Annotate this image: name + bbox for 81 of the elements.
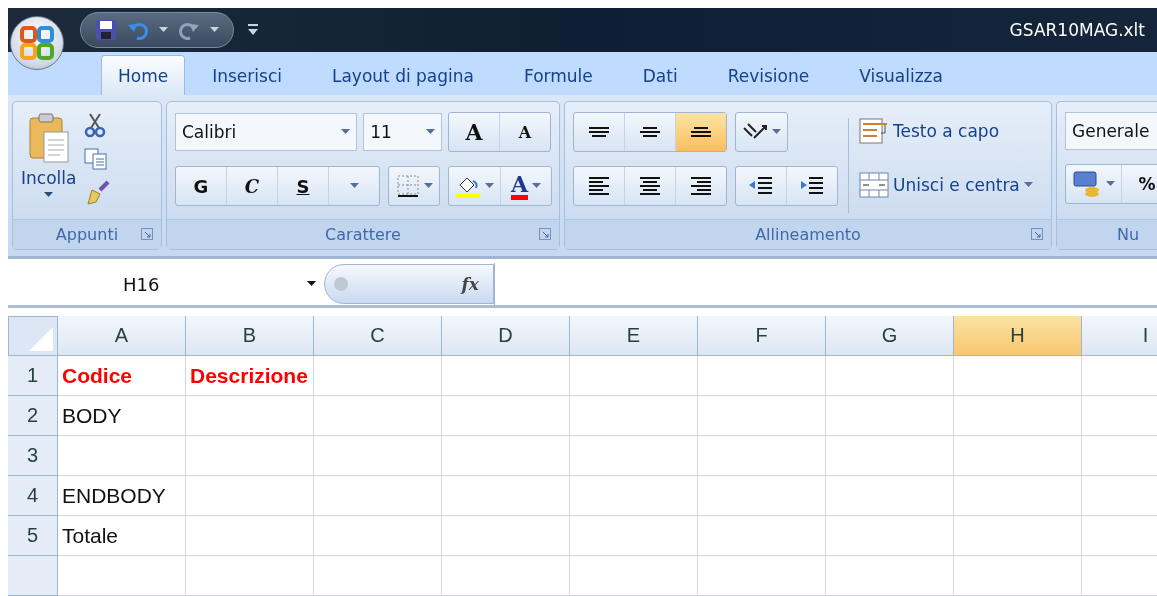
ribbon-tab[interactable]: Visualizza xyxy=(842,55,960,96)
align-left-icon xyxy=(589,177,609,196)
ribbon-tab[interactable]: Dati xyxy=(625,55,695,96)
row-header[interactable]: 2 xyxy=(8,396,58,436)
caret-icon xyxy=(485,183,494,190)
caret-icon xyxy=(159,26,168,33)
paste-button[interactable]: Incolla xyxy=(21,112,77,219)
clipboard-icon xyxy=(27,112,70,165)
group-label: Appunti xyxy=(55,225,119,244)
table-cell: Totale xyxy=(58,516,186,556)
ribbon-tab[interactable]: Home xyxy=(101,55,186,96)
caret-icon xyxy=(532,183,542,190)
font-name-dropdown[interactable]: Calibri xyxy=(175,113,358,152)
align-top-icon xyxy=(589,127,609,138)
table-cell: BODY xyxy=(58,396,186,436)
ribbon-tab[interactable]: Formule xyxy=(507,55,610,96)
caret-icon xyxy=(1106,181,1115,188)
grow-font-button[interactable]: A xyxy=(449,113,500,152)
dialog-launcher-icon[interactable] xyxy=(1031,228,1043,240)
ribbon-tab[interactable]: Inserisci xyxy=(195,55,299,96)
column-header[interactable]: C xyxy=(314,316,442,356)
row-header[interactable]: 5 xyxy=(8,516,58,556)
caret-icon xyxy=(1023,182,1033,189)
row-header[interactable]: 4 xyxy=(8,476,58,516)
column-header[interactable]: E xyxy=(570,316,698,356)
merge-center-button[interactable]: Unisci e centra xyxy=(859,166,1033,205)
group-label: Allineamento xyxy=(755,225,861,244)
name-box[interactable]: H16 xyxy=(8,263,324,305)
row-header[interactable]: 1 xyxy=(8,356,58,396)
caret-icon xyxy=(341,129,351,136)
bold-button[interactable]: G xyxy=(176,167,227,206)
coins-icon xyxy=(1072,170,1102,199)
row-header[interactable]: 3 xyxy=(8,436,58,476)
triangle-icon xyxy=(29,327,53,351)
italic-button[interactable]: C xyxy=(227,167,278,206)
shrink-font-button[interactable]: A xyxy=(500,113,550,152)
column-header[interactable]: I xyxy=(1082,316,1157,356)
borders-icon xyxy=(395,174,420,199)
wrap-text-icon xyxy=(859,117,889,146)
caret-icon xyxy=(210,26,219,33)
caret-icon xyxy=(423,183,433,190)
percent-button[interactable]: % xyxy=(1122,165,1157,204)
caret-icon xyxy=(349,183,359,190)
underline-button[interactable]: S xyxy=(278,167,329,206)
dialog-launcher-icon[interactable] xyxy=(141,228,153,240)
save-icon[interactable] xyxy=(95,18,117,41)
ribbon-tab[interactable]: Layout di pagina xyxy=(314,55,491,96)
merge-cells-icon xyxy=(859,172,889,199)
align-middle-icon xyxy=(640,127,660,138)
table-cell: Descrizione xyxy=(186,356,314,396)
table-cell: Codice xyxy=(58,356,186,396)
align-right-icon xyxy=(691,177,711,196)
column-header[interactable]: H xyxy=(954,316,1082,356)
column-header[interactable]: A xyxy=(58,316,186,356)
column-header[interactable]: B xyxy=(186,316,314,356)
ribbon-tab[interactable]: Revisione xyxy=(710,55,827,96)
column-header[interactable]: D xyxy=(442,316,570,356)
insert-function-button[interactable]: fx xyxy=(461,274,479,294)
align-bottom-icon xyxy=(691,127,711,138)
caret-icon xyxy=(307,281,316,287)
grip-icon xyxy=(333,276,349,292)
office-button[interactable] xyxy=(10,16,64,70)
customize-toolbar-icon[interactable] xyxy=(248,23,258,36)
column-header[interactable]: F xyxy=(698,316,826,356)
dialog-launcher-icon[interactable] xyxy=(539,228,551,240)
window-title: GSAR10MAG.xlt xyxy=(1009,19,1145,40)
number-format-dropdown[interactable]: Generale xyxy=(1065,112,1157,151)
group-label: Nu xyxy=(1117,225,1140,244)
table-cell: ENDBODY xyxy=(58,476,186,516)
caret-icon xyxy=(44,192,54,199)
group-label: Carattere xyxy=(325,225,401,244)
paintbrush-icon[interactable] xyxy=(84,180,111,207)
wrap-text-button[interactable]: Testo a capo xyxy=(859,112,1033,151)
font-color-button[interactable]: A xyxy=(501,167,551,206)
font-size-dropdown[interactable]: 11 xyxy=(363,113,442,152)
align-center-icon xyxy=(640,177,660,196)
caret-icon xyxy=(426,129,435,136)
scissors-icon[interactable] xyxy=(84,112,107,139)
vertical-align-button[interactable] xyxy=(676,113,726,152)
caret-icon xyxy=(772,129,781,136)
column-header[interactable]: G xyxy=(826,316,954,356)
